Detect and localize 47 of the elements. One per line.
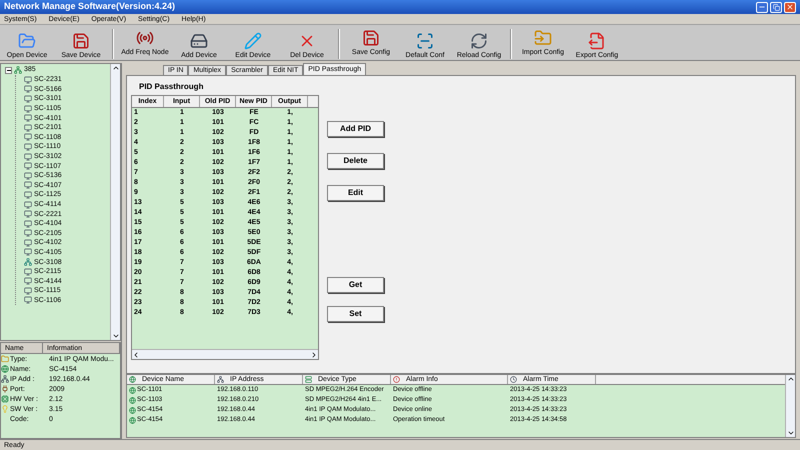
server-icon — [305, 376, 312, 383]
minimize-button[interactable] — [756, 2, 768, 12]
scrollbar[interactable] — [785, 375, 795, 437]
action-button[interactable]: Set — [327, 306, 384, 322]
folder-icon — [1, 355, 9, 363]
folder-arrow-icon — [534, 29, 552, 47]
file-arrow-icon — [588, 32, 606, 50]
section-title: PID Passthrough — [139, 81, 204, 93]
scroll-up-icon — [112, 64, 120, 72]
horizontal-scrollbar[interactable] — [132, 349, 318, 359]
scroll-left-icon — [132, 350, 140, 358]
network-icon — [24, 258, 32, 266]
action-button[interactable]: Add PID — [327, 121, 384, 137]
radio-icon — [136, 29, 154, 47]
globe-icon — [129, 396, 136, 404]
scrollbar[interactable] — [110, 64, 120, 340]
action-button[interactable]: Edit — [327, 185, 384, 201]
plug-icon — [1, 385, 9, 393]
alert-icon — [393, 376, 400, 383]
globe-icon — [129, 406, 136, 414]
chip-icon — [1, 395, 9, 403]
network-icon — [217, 376, 224, 383]
pencil-icon — [244, 32, 262, 50]
scanner-icon — [416, 32, 434, 50]
close-button[interactable] — [784, 2, 796, 12]
reload-icon — [470, 32, 488, 50]
scroll-down-icon — [112, 332, 120, 340]
restore-icon — [772, 4, 780, 10]
scroll-right-icon — [310, 350, 318, 358]
scroll-down-icon — [786, 429, 794, 437]
lightbulb-icon — [1, 405, 9, 413]
globe-icon — [1, 365, 9, 373]
action-button[interactable]: Delete — [327, 153, 384, 169]
close-icon — [786, 3, 794, 11]
network-icon — [14, 66, 22, 74]
scroll-up-icon — [786, 375, 794, 383]
globe-icon — [129, 376, 136, 383]
hard-drive-icon — [190, 32, 208, 50]
globe-icon — [129, 416, 136, 424]
restore-button[interactable] — [770, 2, 782, 12]
window-title: Network Manage Software(Version:4.24) — [4, 0, 176, 14]
globe-icon — [129, 386, 136, 394]
collapse-toggle[interactable] — [5, 66, 12, 74]
action-button[interactable]: Get — [327, 277, 384, 293]
folder-open-icon — [18, 32, 36, 50]
clock-icon — [510, 376, 517, 383]
network-icon — [1, 375, 9, 383]
